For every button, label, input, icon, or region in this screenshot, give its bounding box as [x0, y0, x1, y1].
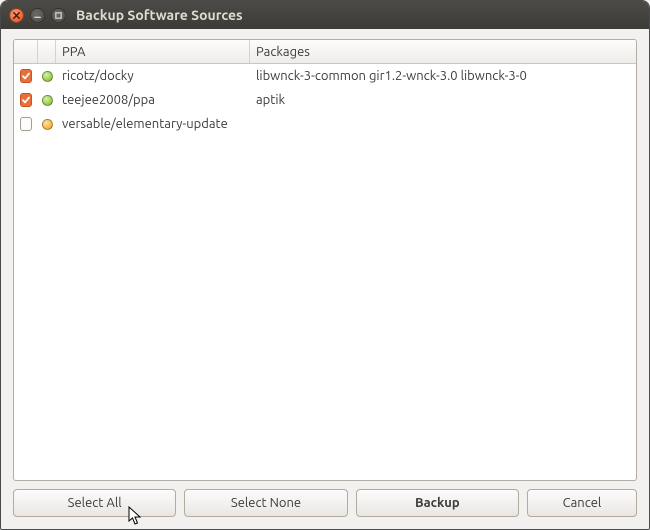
ppa-list: PPA Packages ricotz/docky libwnck-3-comm…	[13, 39, 637, 481]
maximize-icon[interactable]	[51, 8, 66, 23]
status-dot-icon	[42, 119, 53, 130]
backup-button[interactable]: Backup	[356, 489, 519, 517]
row-ppa: ricotz/docky	[56, 69, 250, 83]
checkbox[interactable]	[20, 117, 32, 131]
header-packages[interactable]: Packages	[250, 40, 636, 63]
app-window: Backup Software Sources PPA Packages ric…	[0, 0, 650, 530]
list-body: ricotz/docky libwnck-3-common gir1.2-wnc…	[14, 64, 636, 480]
row-packages: libwnck-3-common gir1.2-wnck-3.0 libwnck…	[250, 69, 636, 83]
content-area: PPA Packages ricotz/docky libwnck-3-comm…	[1, 29, 649, 529]
header-status[interactable]	[38, 40, 56, 63]
row-packages: aptik	[250, 93, 636, 107]
checkbox[interactable]	[20, 93, 32, 107]
list-header: PPA Packages	[14, 40, 636, 64]
row-ppa: teejee2008/ppa	[56, 93, 250, 107]
row-checkbox-cell	[14, 117, 38, 131]
close-icon[interactable]	[9, 8, 24, 23]
row-checkbox-cell	[14, 93, 38, 107]
minimize-icon[interactable]	[30, 8, 45, 23]
status-dot-icon	[42, 95, 53, 106]
table-row[interactable]: ricotz/docky libwnck-3-common gir1.2-wnc…	[14, 64, 636, 88]
titlebar[interactable]: Backup Software Sources	[1, 1, 649, 29]
select-none-button[interactable]: Select None	[184, 489, 347, 517]
window-controls	[9, 8, 66, 23]
action-bar: Select All Select None Backup Cancel	[13, 489, 637, 517]
row-ppa: versable/elementary-update	[56, 117, 250, 131]
header-check[interactable]	[14, 40, 38, 63]
status-dot-icon	[42, 71, 53, 82]
checkbox[interactable]	[20, 69, 32, 83]
row-status-cell	[38, 119, 56, 130]
row-status-cell	[38, 95, 56, 106]
window-title: Backup Software Sources	[76, 7, 243, 23]
table-row[interactable]: teejee2008/ppa aptik	[14, 88, 636, 112]
table-row[interactable]: versable/elementary-update	[14, 112, 636, 136]
cancel-button[interactable]: Cancel	[527, 489, 637, 517]
row-status-cell	[38, 71, 56, 82]
header-ppa[interactable]: PPA	[56, 40, 250, 63]
row-checkbox-cell	[14, 69, 38, 83]
select-all-button[interactable]: Select All	[13, 489, 176, 517]
